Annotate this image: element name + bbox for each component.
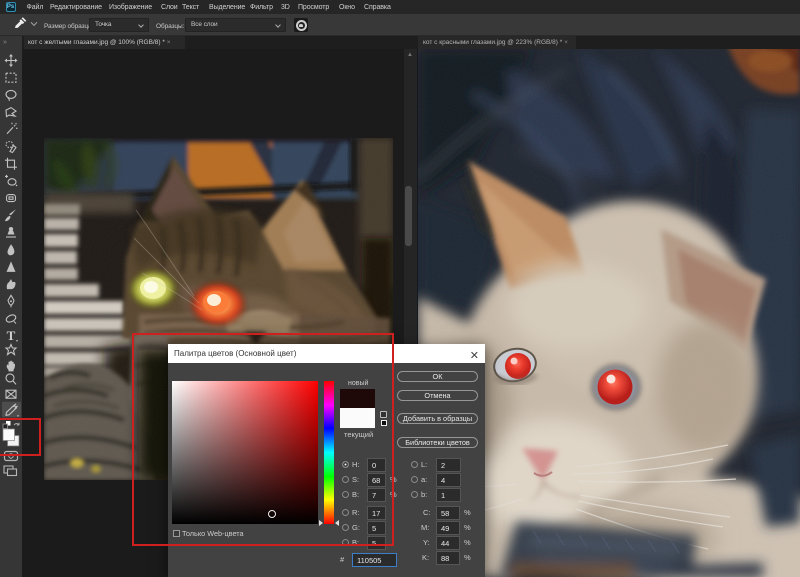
- svg-text:»: »: [3, 39, 7, 46]
- svg-text:T: T: [7, 328, 16, 343]
